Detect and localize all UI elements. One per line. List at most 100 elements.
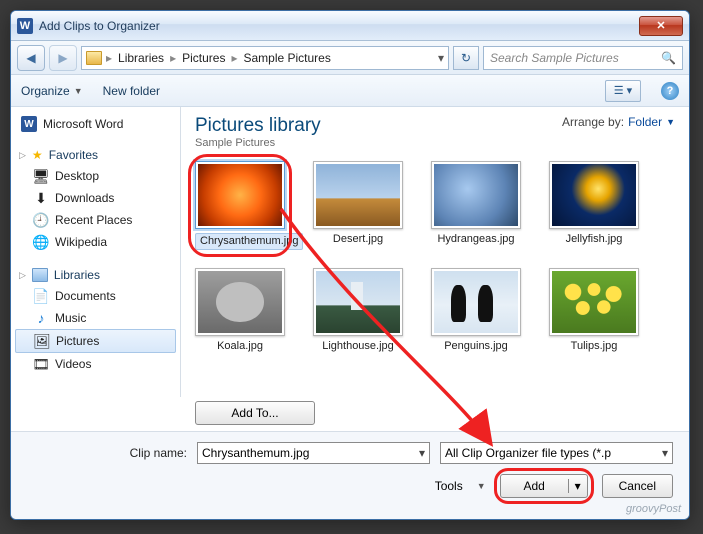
add-to-button[interactable]: Add To...: [195, 401, 315, 425]
file-item-lighthouse[interactable]: Lighthouse.jpg: [313, 268, 403, 353]
tools-label[interactable]: Tools: [435, 479, 463, 493]
word-icon: W: [21, 116, 37, 132]
sidebar-item-desktop[interactable]: 🖥Desktop: [11, 165, 180, 187]
sidebar-libraries-header[interactable]: ▷ Libraries: [11, 265, 180, 285]
sidebar-item-pictures[interactable]: 🖼 Pictures: [15, 329, 176, 353]
address-bar[interactable]: ▸ Libraries ▸ Pictures ▸ Sample Pictures…: [81, 46, 449, 70]
sidebar-item-label: Videos: [55, 357, 91, 371]
thumbnail-grid: Chrysanthemum.jpg Desert.jpg Hydrangeas.…: [195, 161, 675, 353]
add-button-annotation: Add ▾: [500, 474, 588, 498]
star-icon: ★: [32, 148, 43, 162]
watermark: groovyPost: [626, 503, 681, 515]
search-placeholder: Search Sample Pictures: [490, 51, 619, 65]
thumbnail-image: [198, 271, 282, 333]
file-name: Lighthouse.jpg: [313, 340, 403, 353]
add-button[interactable]: Add ▾: [500, 474, 588, 498]
file-name: Chrysanthemum.jpg: [195, 233, 303, 250]
file-type-select[interactable]: All Clip Organizer file types (*.p ▾: [440, 442, 673, 464]
globe-icon: 🌐: [33, 234, 49, 250]
sidebar-item-label: Documents: [55, 289, 116, 303]
file-item-jellyfish[interactable]: Jellyfish.jpg: [549, 161, 639, 250]
sidebar-item-documents[interactable]: 📄 Documents: [11, 285, 180, 307]
file-item-tulips[interactable]: Tulips.jpg: [549, 268, 639, 353]
folder-icon: [86, 51, 102, 65]
help-button[interactable]: ?: [661, 82, 679, 100]
music-icon: ♪: [33, 310, 49, 326]
add-button-dropdown[interactable]: ▾: [569, 479, 587, 493]
breadcrumb[interactable]: Pictures: [180, 51, 227, 65]
titlebar: W Add Clips to Organizer ✕: [11, 11, 689, 41]
breadcrumb-separator-icon: ▸: [231, 51, 237, 65]
chevron-down-icon: ▼: [74, 86, 83, 96]
file-name: Desert.jpg: [313, 233, 403, 246]
library-title: Pictures library: [195, 115, 321, 137]
navbar: ◀ ▶ ▸ Libraries ▸ Pictures ▸ Sample Pict…: [11, 41, 689, 75]
sidebar-item-videos[interactable]: 🎞Videos: [11, 353, 180, 375]
thumbnail-image: [198, 164, 282, 226]
caret-icon: ▷: [19, 150, 26, 161]
sidebar-favorites-header[interactable]: ▷ ★ Favorites: [11, 145, 180, 165]
breadcrumb-separator-icon: ▸: [106, 51, 112, 65]
thumbnail-image: [434, 164, 518, 226]
search-input[interactable]: Search Sample Pictures 🔍: [483, 46, 683, 70]
search-icon: 🔍: [661, 51, 676, 65]
clip-name-input[interactable]: Chrysanthemum.jpg ▾: [197, 442, 430, 464]
form-area: Clip name: Chrysanthemum.jpg ▾ All Clip …: [11, 431, 689, 520]
close-button[interactable]: ✕: [639, 16, 683, 36]
organize-label: Organize: [21, 84, 70, 98]
window-title: Add Clips to Organizer: [39, 19, 639, 33]
downloads-icon: ⬇: [33, 190, 49, 206]
file-name: Jellyfish.jpg: [549, 233, 639, 246]
nav-forward-button[interactable]: ▶: [49, 45, 77, 71]
sidebar-item-recent[interactable]: 🕘Recent Places: [11, 209, 180, 231]
sidebar-item-wikipedia[interactable]: 🌐 Wikipedia: [11, 231, 180, 253]
cancel-button[interactable]: Cancel: [602, 474, 673, 498]
arrange-by[interactable]: Arrange by: Folder ▼: [562, 115, 675, 129]
clip-name-value: Chrysanthemum.jpg: [202, 446, 309, 460]
toolbar: Organize ▼ New folder ☰ ▾ ?: [11, 75, 689, 107]
breadcrumb[interactable]: Libraries: [116, 51, 166, 65]
pictures-icon: 🖼: [34, 333, 50, 349]
address-dropdown-icon[interactable]: ▾: [438, 51, 444, 65]
chevron-down-icon[interactable]: ▾: [662, 446, 668, 460]
sidebar-favorites-label: Favorites: [49, 148, 98, 162]
sidebar-libraries-label: Libraries: [54, 268, 100, 282]
refresh-button[interactable]: ↻: [453, 46, 479, 70]
sidebar-app[interactable]: W Microsoft Word: [11, 113, 180, 135]
sidebar-item-label: Music: [55, 311, 86, 325]
library-header: Pictures library Sample Pictures Arrange…: [195, 115, 675, 149]
word-app-icon: W: [17, 18, 33, 34]
dialog-body: W Microsoft Word ▷ ★ Favorites 🖥Desktop …: [11, 107, 689, 397]
breadcrumb[interactable]: Sample Pictures: [241, 51, 332, 65]
documents-icon: 📄: [33, 288, 49, 304]
chevron-down-icon[interactable]: ▼: [477, 481, 486, 491]
thumbnail-image: [552, 164, 636, 226]
file-name: Penguins.jpg: [431, 340, 521, 353]
sidebar-item-label: Wikipedia: [55, 235, 107, 249]
thumbnail-image: [316, 271, 400, 333]
file-item-koala[interactable]: Koala.jpg: [195, 268, 285, 353]
file-item-desert[interactable]: Desert.jpg: [313, 161, 403, 250]
sidebar-item-label: Recent Places: [55, 213, 132, 227]
breadcrumb-separator-icon: ▸: [170, 51, 176, 65]
new-folder-button[interactable]: New folder: [103, 84, 160, 98]
sidebar-item-label: Pictures: [56, 334, 99, 348]
sidebar-item-downloads[interactable]: ⬇Downloads: [11, 187, 180, 209]
sidebar-item-music[interactable]: ♪ Music: [11, 307, 180, 329]
add-button-label: Add: [501, 479, 569, 493]
organize-button[interactable]: Organize ▼: [21, 84, 83, 98]
file-item-penguins[interactable]: Penguins.jpg: [431, 268, 521, 353]
chevron-down-icon[interactable]: ▾: [419, 446, 425, 460]
arrange-label: Arrange by:: [562, 115, 624, 129]
file-item-chrysanthemum[interactable]: Chrysanthemum.jpg: [195, 161, 285, 250]
clip-name-label: Clip name:: [27, 446, 187, 460]
file-name: Koala.jpg: [195, 340, 285, 353]
view-button[interactable]: ☰ ▾: [605, 80, 641, 102]
new-folder-label: New folder: [103, 84, 160, 98]
nav-back-button[interactable]: ◀: [17, 45, 45, 71]
file-item-hydrangeas[interactable]: Hydrangeas.jpg: [431, 161, 521, 250]
chevron-down-icon: ▼: [666, 117, 675, 127]
file-name: Hydrangeas.jpg: [431, 233, 521, 246]
libraries-icon: [32, 268, 48, 282]
caret-icon: ▷: [19, 270, 26, 281]
